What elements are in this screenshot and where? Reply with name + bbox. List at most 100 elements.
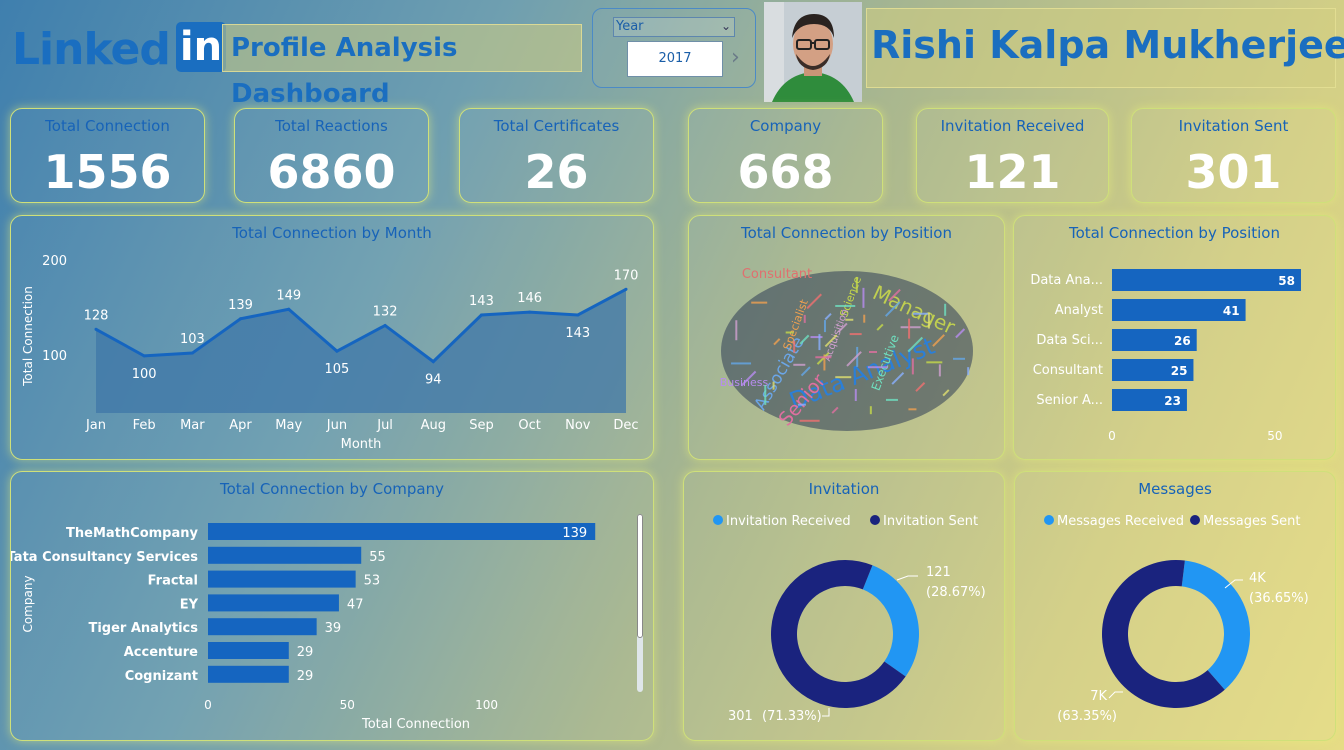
slice-percent-label: (63.35%) [1057, 709, 1117, 724]
year-dropdown[interactable]: Year ⌄ [613, 17, 735, 37]
slice-value-label: 4K [1249, 571, 1266, 586]
cloud-filler [863, 314, 866, 323]
cloud-filler [938, 364, 941, 377]
cloud-filler [731, 362, 752, 365]
company-bar-chart: 139 TheMathCompany 55 Tata Consultancy Serv… [11, 523, 596, 732]
kpi-value: 26 [524, 145, 589, 199]
data-label: 128 [84, 308, 109, 323]
slice-percent-label: (28.67%) [926, 585, 986, 600]
y-tick-label: 200 [42, 254, 67, 269]
chevron-right-icon[interactable]: › [731, 45, 740, 70]
year-value-field[interactable]: 2017 [627, 41, 723, 77]
data-point [94, 327, 98, 331]
cloud-filler [869, 406, 872, 415]
category-label: EY [180, 597, 199, 612]
profile-photo [764, 2, 862, 102]
cloud-filler [869, 351, 877, 353]
kpi-label: Total Reactions [275, 117, 388, 135]
x-tick-label: 50 [340, 698, 355, 712]
kpi-invitation-received: Invitation Received 121 [916, 108, 1109, 203]
bar [208, 570, 356, 588]
data-point [528, 310, 532, 314]
kpi-label: Invitation Sent [1178, 117, 1289, 135]
x-tick-label: 0 [204, 698, 212, 712]
data-point [335, 349, 339, 353]
data-label: 132 [373, 304, 398, 319]
cloud-filler [855, 276, 858, 293]
kpi-value: 668 [737, 145, 834, 199]
data-label: 100 [132, 367, 157, 382]
kpi-total-connection: Total Connection 1556 [10, 108, 205, 203]
position-bar-card: Total Connection by Position 58 Data Ana.… [1013, 215, 1336, 460]
x-tick-label: Oct [518, 418, 540, 433]
category-label: Senior A... [1036, 393, 1103, 408]
legend-label: Invitation Received [726, 514, 851, 529]
company-scrollbar[interactable] [637, 514, 643, 692]
category-label: Cognizant [125, 669, 198, 684]
kpi-label: Company [749, 117, 822, 135]
x-tick-label: May [275, 418, 302, 433]
cloud-filler [818, 334, 821, 351]
slice-percent-label: (71.33%) [762, 709, 822, 724]
category-label: Accenture [124, 645, 198, 660]
dashboard-title: Profile Analysis Dashboard [222, 24, 582, 109]
bar-value-label: 53 [364, 574, 381, 589]
legend-marker [713, 515, 723, 525]
cloud-filler [835, 376, 852, 379]
cloud-filler [835, 304, 856, 307]
bar [208, 546, 362, 564]
cloud-filler [911, 358, 914, 375]
x-tick-label: Nov [565, 418, 591, 433]
cloud-filler [764, 384, 767, 405]
cloud-filler [797, 403, 806, 406]
cloud-filler [908, 318, 911, 339]
cloud-filler [823, 320, 826, 333]
x-tick-label: Jun [326, 418, 347, 433]
data-label: 94 [425, 373, 442, 388]
category-label: TheMathCompany [66, 526, 198, 541]
legend-label: Invitation Sent [883, 514, 978, 529]
leader-line [822, 708, 830, 717]
bar-value-label: 29 [297, 645, 314, 660]
cloud-filler [772, 381, 775, 390]
cloud-filler [803, 314, 806, 323]
cloud-word: Consultant [742, 267, 812, 282]
invitation-chart-card: Invitation Invitation Received Invitation… [683, 471, 1005, 741]
category-label: Data Sci... [1036, 333, 1103, 348]
bar-value-label: 26 [1174, 334, 1191, 348]
cloud-filler [912, 312, 929, 315]
kpi-label: Total Connection [45, 117, 170, 135]
cloud-filler [735, 320, 738, 341]
bar-value-label: 58 [1278, 274, 1295, 288]
x-axis-label: Month [341, 437, 382, 452]
legend-label: Messages Sent [1203, 514, 1300, 529]
bar-value-label: 39 [325, 621, 342, 636]
kpi-value: 6860 [267, 145, 396, 199]
cloud-filler [900, 326, 921, 329]
invitation-donut-chart: Invitation Received Invitation Sent 121 (28… [713, 514, 986, 724]
scrollbar-thumb[interactable] [637, 514, 643, 638]
bar [208, 618, 317, 636]
x-tick-label: Jul [376, 418, 393, 433]
cloud-filler [944, 303, 947, 316]
data-label: 149 [276, 288, 301, 303]
legend-marker [870, 515, 880, 525]
category-label: Tata Consultancy Services [11, 550, 198, 565]
cloud-filler [845, 318, 854, 321]
bar [208, 594, 339, 612]
chevron-down-icon: ⌄ [720, 19, 731, 33]
x-tick-label: Dec [613, 418, 638, 433]
messages-donut-chart: Messages Received Messages Sent 4K (36.65%)… [1044, 514, 1309, 724]
cloud-filler [953, 357, 966, 360]
data-point [479, 313, 483, 317]
legend-label: Messages Received [1057, 514, 1184, 529]
month-area-chart: 128 Jan 100 Feb 103 Mar 139 Apr 149 May 105 Jun 132 J… [21, 254, 639, 452]
y-tick-label: 100 [42, 349, 67, 364]
data-point [142, 354, 146, 358]
area-fill [96, 289, 626, 413]
year-slicer: Year ⌄ 2017 › [592, 8, 756, 88]
bar-value-label: 41 [1223, 304, 1240, 318]
leader-line [1108, 691, 1123, 699]
cloud-filler [854, 389, 857, 402]
kpi-label: Invitation Received [940, 117, 1085, 135]
